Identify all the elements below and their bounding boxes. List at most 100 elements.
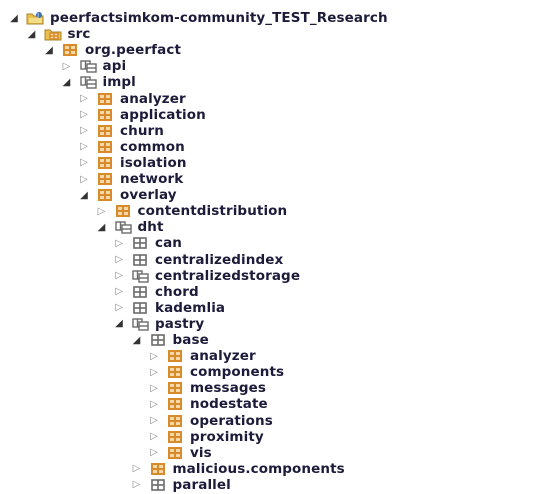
tree-item-operations[interactable]: ▷ operations: [148, 413, 273, 429]
tree-item-label: isolation: [120, 154, 187, 171]
tree-item-label: messages: [190, 380, 267, 397]
tree-item-churn[interactable]: ▷ churn: [78, 123, 164, 139]
package-icon: [61, 42, 79, 58]
collapsed-arrow-icon[interactable]: ▷: [148, 413, 160, 429]
collapsed-arrow-icon[interactable]: ▷: [113, 235, 125, 251]
collapsed-arrow-icon[interactable]: ▷: [78, 139, 90, 155]
collapsed-arrow-icon[interactable]: ▷: [113, 252, 125, 268]
tree-item-label: analyzer: [120, 90, 186, 107]
tree-item-label: centralizedstorage: [155, 267, 301, 284]
package-icon: [166, 380, 184, 396]
expanded-arrow-icon[interactable]: ◢: [26, 26, 38, 42]
collapsed-arrow-icon[interactable]: ▷: [148, 396, 160, 412]
expanded-arrow-icon[interactable]: ◢: [131, 332, 143, 348]
tree-item-src[interactable]: ◢ src: [26, 26, 91, 42]
expanded-arrow-icon[interactable]: ◢: [8, 10, 20, 26]
collapsed-arrow-icon[interactable]: ▷: [148, 380, 160, 396]
collapsed-arrow-icon[interactable]: ▷: [61, 58, 73, 74]
tree-item-components[interactable]: ▷ components: [148, 364, 284, 380]
tree-item-parallel[interactable]: ▷ parallel: [131, 477, 231, 493]
empty-package-icon: [79, 58, 97, 74]
collapsed-arrow-icon[interactable]: ▷: [78, 155, 90, 171]
expanded-arrow-icon[interactable]: ◢: [61, 74, 73, 90]
collapsed-arrow-icon[interactable]: ▷: [78, 91, 90, 107]
collapsed-arrow-icon[interactable]: ▷: [78, 107, 90, 123]
tree-item-network[interactable]: ▷ network: [78, 171, 183, 187]
package-icon: [96, 91, 114, 107]
tree-item-messages[interactable]: ▷ messages: [148, 380, 266, 396]
tree-item-chord[interactable]: ▷ chord: [113, 284, 199, 300]
tree-item-label: churn: [120, 122, 164, 139]
tree-item-overlay[interactable]: ◢ overlay: [78, 187, 177, 203]
empty-package-icon: [131, 268, 149, 284]
tree-item-analyzer[interactable]: ▷ analyzer: [148, 348, 256, 364]
collapsed-arrow-icon[interactable]: ▷: [78, 171, 90, 187]
package-icon: [166, 413, 184, 429]
collapsed-arrow-icon[interactable]: ▷: [148, 364, 160, 380]
tree-item-label: malicious.components: [172, 460, 345, 477]
project-icon: J: [26, 10, 44, 26]
empty-package-icon: [79, 74, 97, 90]
tree-item-pastry[interactable]: ◢ pastry: [113, 316, 204, 332]
collapsed-arrow-icon[interactable]: ▷: [113, 268, 125, 284]
empty-package-icon: [114, 219, 132, 235]
collapsed-arrow-icon[interactable]: ▷: [96, 203, 108, 219]
tree-item-contentdistribution[interactable]: ▷ contentdistribution: [96, 203, 288, 219]
gray-package-icon: [131, 235, 149, 251]
tree-item-label: components: [190, 364, 285, 381]
tree-item-vis[interactable]: ▷ vis: [148, 445, 212, 461]
tree-item-centralizedindex[interactable]: ▷ centralizedindex: [113, 252, 283, 268]
tree-item-label: common: [120, 138, 185, 155]
tree-item-nodestate[interactable]: ▷ nodestate: [148, 396, 268, 412]
tree-item-org-peerfact[interactable]: ◢ org.peerfact: [43, 42, 181, 58]
tree-item-label: parallel: [172, 476, 231, 493]
collapsed-arrow-icon[interactable]: ▷: [78, 123, 90, 139]
package-icon: [166, 396, 184, 412]
tree-item-dht[interactable]: ◢ dht: [96, 219, 164, 235]
tree-item-base[interactable]: ◢ base: [131, 332, 209, 348]
package-icon: [96, 139, 114, 155]
package-icon: [96, 107, 114, 123]
tree-item-centralizedstorage[interactable]: ▷ centralizedstorage: [113, 268, 300, 284]
collapsed-arrow-icon[interactable]: ▷: [113, 300, 125, 316]
tree-item-kademlia[interactable]: ▷ kademlia: [113, 300, 225, 316]
tree-item-label: nodestate: [190, 396, 268, 413]
tree-item-impl[interactable]: ◢ impl: [61, 74, 136, 90]
collapsed-arrow-icon[interactable]: ▷: [148, 429, 160, 445]
tree-item-label: dht: [137, 219, 164, 236]
expanded-arrow-icon[interactable]: ◢: [78, 187, 90, 203]
gray-package-icon: [131, 284, 149, 300]
package-explorer-tree: ◢ Jpeerfactsimkom-community_TEST_Research…: [0, 0, 544, 494]
tree-item-label: vis: [190, 444, 212, 461]
tree-item-application[interactable]: ▷ application: [78, 107, 206, 123]
tree-item-label: impl: [102, 74, 136, 91]
tree-item-analyzer[interactable]: ▷ analyzer: [78, 91, 186, 107]
package-icon: [96, 155, 114, 171]
package-icon: [96, 187, 114, 203]
tree-item-label: proximity: [190, 428, 264, 445]
collapsed-arrow-icon[interactable]: ▷: [131, 461, 143, 477]
source-folder-icon: [44, 26, 62, 42]
tree-item-api[interactable]: ▷ api: [61, 58, 127, 74]
package-icon: [166, 445, 184, 461]
tree-item-label: can: [155, 235, 183, 252]
package-icon: [166, 429, 184, 445]
tree-item-can[interactable]: ▷ can: [113, 235, 182, 251]
package-icon: [166, 364, 184, 380]
tree-item-malicious-components[interactable]: ▷ malicious.components: [131, 461, 345, 477]
package-icon: [149, 461, 167, 477]
expanded-arrow-icon[interactable]: ◢: [43, 42, 55, 58]
expanded-arrow-icon[interactable]: ◢: [96, 219, 108, 235]
expanded-arrow-icon[interactable]: ◢: [113, 316, 125, 332]
gray-package-icon: [149, 332, 167, 348]
tree-item-peerfactsimkom-community_TEST_Research[interactable]: ◢ Jpeerfactsimkom-community_TEST_Research: [8, 10, 388, 26]
gray-package-icon: [131, 300, 149, 316]
package-icon: [96, 123, 114, 139]
tree-item-isolation[interactable]: ▷ isolation: [78, 155, 187, 171]
tree-item-proximity[interactable]: ▷ proximity: [148, 429, 264, 445]
collapsed-arrow-icon[interactable]: ▷: [148, 445, 160, 461]
collapsed-arrow-icon[interactable]: ▷: [131, 477, 143, 493]
collapsed-arrow-icon[interactable]: ▷: [148, 348, 160, 364]
collapsed-arrow-icon[interactable]: ▷: [113, 284, 125, 300]
tree-item-common[interactable]: ▷ common: [78, 139, 185, 155]
